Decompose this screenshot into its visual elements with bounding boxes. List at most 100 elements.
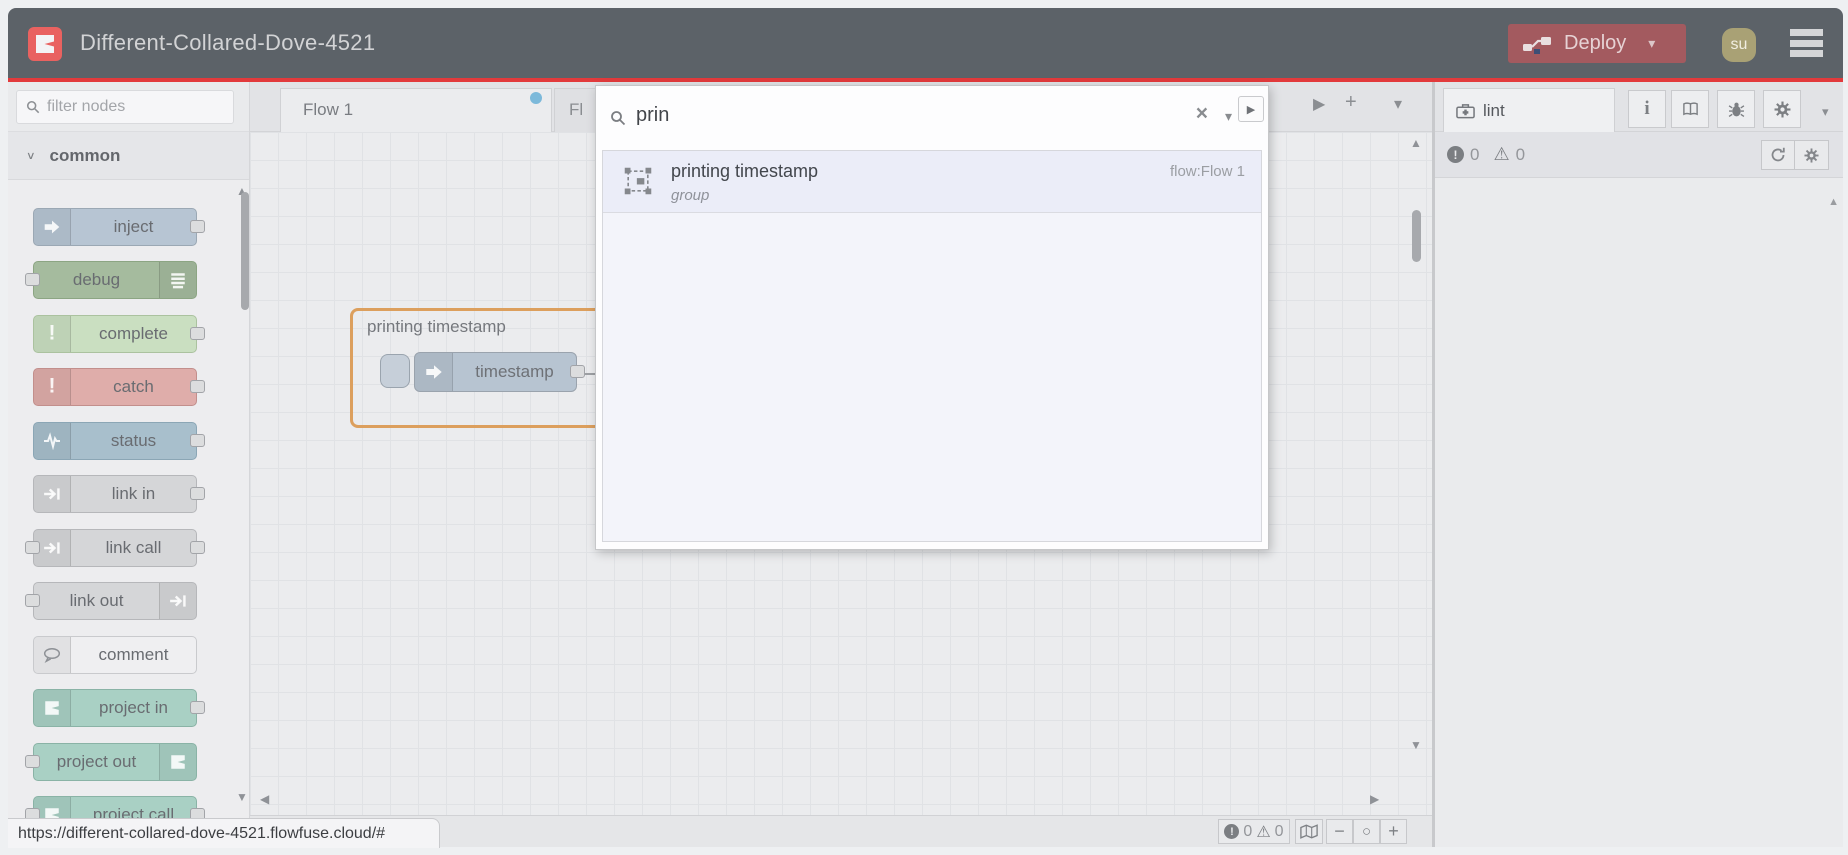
canvas-scroll-down-arrow[interactable]: ▼	[1410, 738, 1422, 752]
palette-node-label: status	[110, 431, 157, 450]
search-result-row[interactable]: printing timestamp flow:Flow 1 group	[603, 151, 1261, 213]
help-tab-button[interactable]	[1671, 90, 1709, 128]
browser-status-url: https://different-collared-dove-4521.flo…	[8, 818, 440, 848]
gear-icon	[1774, 101, 1790, 117]
inject-node-timestamp[interactable]: timestamp	[414, 352, 585, 392]
deploy-nodes-icon	[1523, 36, 1551, 54]
inject-arrow-icon	[425, 365, 442, 379]
inject-trigger-button[interactable]	[380, 354, 410, 388]
book-icon	[1682, 101, 1698, 115]
node-output-port[interactable]	[190, 434, 205, 447]
link-arrow-icon	[159, 583, 196, 619]
right-sidebar: lint i ▾ ! 0 ⚠ 0 ▲	[1435, 82, 1843, 847]
debug-tab-button[interactable]	[1717, 90, 1755, 128]
search-input[interactable]: prin	[636, 104, 669, 127]
node-palette: filter nodes ∨ common inject debug ! comple…	[8, 82, 250, 847]
search-options-caret[interactable]: ▾	[1225, 108, 1232, 125]
node-output-port[interactable]	[190, 327, 205, 340]
palette-filter-input[interactable]: filter nodes	[16, 90, 234, 124]
palette-node-link-out[interactable]: link out	[25, 582, 197, 620]
result-type: group	[671, 187, 710, 204]
search-icon	[611, 111, 626, 126]
palette-node-status[interactable]: status	[33, 422, 205, 460]
node-output-port[interactable]	[190, 220, 205, 233]
palette-node-complete[interactable]: ! complete	[33, 315, 205, 353]
medkit-icon	[1456, 103, 1475, 118]
node-input-port[interactable]	[25, 755, 40, 768]
link-arrow-icon	[34, 476, 71, 512]
debug-list-icon	[159, 262, 196, 298]
chevron-down-icon: ∨	[26, 149, 36, 162]
palette-category-common[interactable]: ∨ common	[8, 132, 249, 180]
category-label: common	[49, 145, 121, 165]
palette-node-link-call[interactable]: link call	[25, 529, 205, 567]
node-input-port[interactable]	[25, 273, 40, 286]
palette-node-debug[interactable]: debug	[25, 261, 197, 299]
search-expand-button[interactable]: ▶	[1238, 96, 1264, 122]
search-icon	[26, 100, 40, 114]
exclaim-icon: !	[34, 369, 71, 405]
zoom-out-button[interactable]: −	[1326, 819, 1353, 844]
node-input-port[interactable]	[25, 541, 40, 554]
node-output-port[interactable]	[190, 541, 205, 554]
tab-scroll-right-button[interactable]: ▶	[1313, 94, 1325, 114]
navigator-button[interactable]	[1295, 819, 1323, 844]
comment-bubble-icon	[34, 637, 71, 673]
palette-scrollbar-thumb[interactable]	[241, 192, 249, 310]
palette-node-link-in[interactable]: link in	[33, 475, 205, 513]
canvas-vscrollbar-thumb[interactable]	[1412, 210, 1421, 262]
node-output-port[interactable]	[570, 365, 585, 378]
info-tab-button[interactable]: i	[1628, 90, 1666, 128]
tab-lint[interactable]: lint	[1443, 88, 1615, 132]
node-output-port[interactable]	[190, 487, 205, 500]
palette-node-catch[interactable]: ! catch	[33, 368, 205, 406]
info-icon: i	[1644, 98, 1650, 119]
search-results-list: printing timestamp flow:Flow 1 group	[602, 150, 1262, 542]
inject-node-icon-region	[415, 353, 453, 391]
sidebar-dropdown-caret[interactable]: ▾	[1822, 104, 1829, 120]
palette-node-label: comment	[98, 645, 169, 664]
unsaved-changes-dot	[530, 92, 542, 104]
palette-scroll-down-arrow[interactable]: ▼	[236, 790, 248, 804]
flowfuse-mark-icon	[159, 744, 196, 780]
lint-counts: ! 0 ⚠ 0	[1447, 144, 1525, 165]
flowfuse-mark-icon	[34, 690, 71, 726]
deploy-button[interactable]: Deploy ▾	[1508, 24, 1686, 63]
canvas-warning-count: 0	[1274, 822, 1284, 840]
zoom-reset-button[interactable]: ○	[1353, 819, 1380, 844]
hamburger-bar	[1790, 29, 1823, 36]
add-flow-button[interactable]: +	[1345, 91, 1357, 114]
search-dialog: prin × ▾ ▶ printing timestamp flow:Flow 1…	[595, 85, 1269, 550]
palette-node-project-in[interactable]: project in	[33, 689, 205, 727]
sidebar-scroll-up-arrow[interactable]: ▲	[1828, 196, 1839, 208]
main-menu-button[interactable]	[1790, 29, 1823, 57]
tab-flow-1[interactable]: Flow 1	[280, 88, 552, 132]
canvas-scroll-right-arrow[interactable]: ▶	[1370, 792, 1379, 806]
deploy-dropdown-caret[interactable]: ▾	[1648, 35, 1655, 52]
zoom-in-button[interactable]: +	[1380, 819, 1407, 844]
refresh-icon	[1771, 147, 1785, 162]
hamburger-bar	[1790, 50, 1823, 57]
node-output-port[interactable]	[190, 380, 205, 393]
node-output-port[interactable]	[190, 701, 205, 714]
clear-search-icon[interactable]: ×	[1196, 102, 1208, 126]
canvas-scroll-left-arrow[interactable]: ◀	[260, 792, 269, 806]
lint-warning-count: 0	[1515, 144, 1526, 164]
error-icon: !	[1447, 146, 1464, 163]
palette-filter-placeholder: filter nodes	[47, 98, 126, 115]
lint-settings-button[interactable]	[1795, 140, 1829, 170]
node-input-port[interactable]	[25, 594, 40, 607]
canvas-errors-warnings-button[interactable]: ! 0 ⚠ 0	[1218, 819, 1290, 844]
palette-node-project-out[interactable]: project out	[25, 743, 197, 781]
pulse-icon	[34, 423, 71, 459]
palette-node-label: project out	[56, 752, 137, 771]
flowfuse-logo-icon[interactable]	[28, 27, 62, 61]
user-avatar[interactable]: su	[1722, 28, 1756, 62]
result-location: flow:Flow 1	[1169, 163, 1245, 180]
palette-node-comment[interactable]: comment	[33, 636, 197, 674]
palette-node-inject[interactable]: inject	[33, 208, 205, 246]
config-nodes-tab-button[interactable]	[1763, 90, 1801, 128]
canvas-scroll-up-arrow[interactable]: ▲	[1410, 136, 1422, 150]
lint-refresh-button[interactable]	[1761, 140, 1795, 170]
flow-list-dropdown[interactable]: ▾	[1394, 94, 1402, 114]
